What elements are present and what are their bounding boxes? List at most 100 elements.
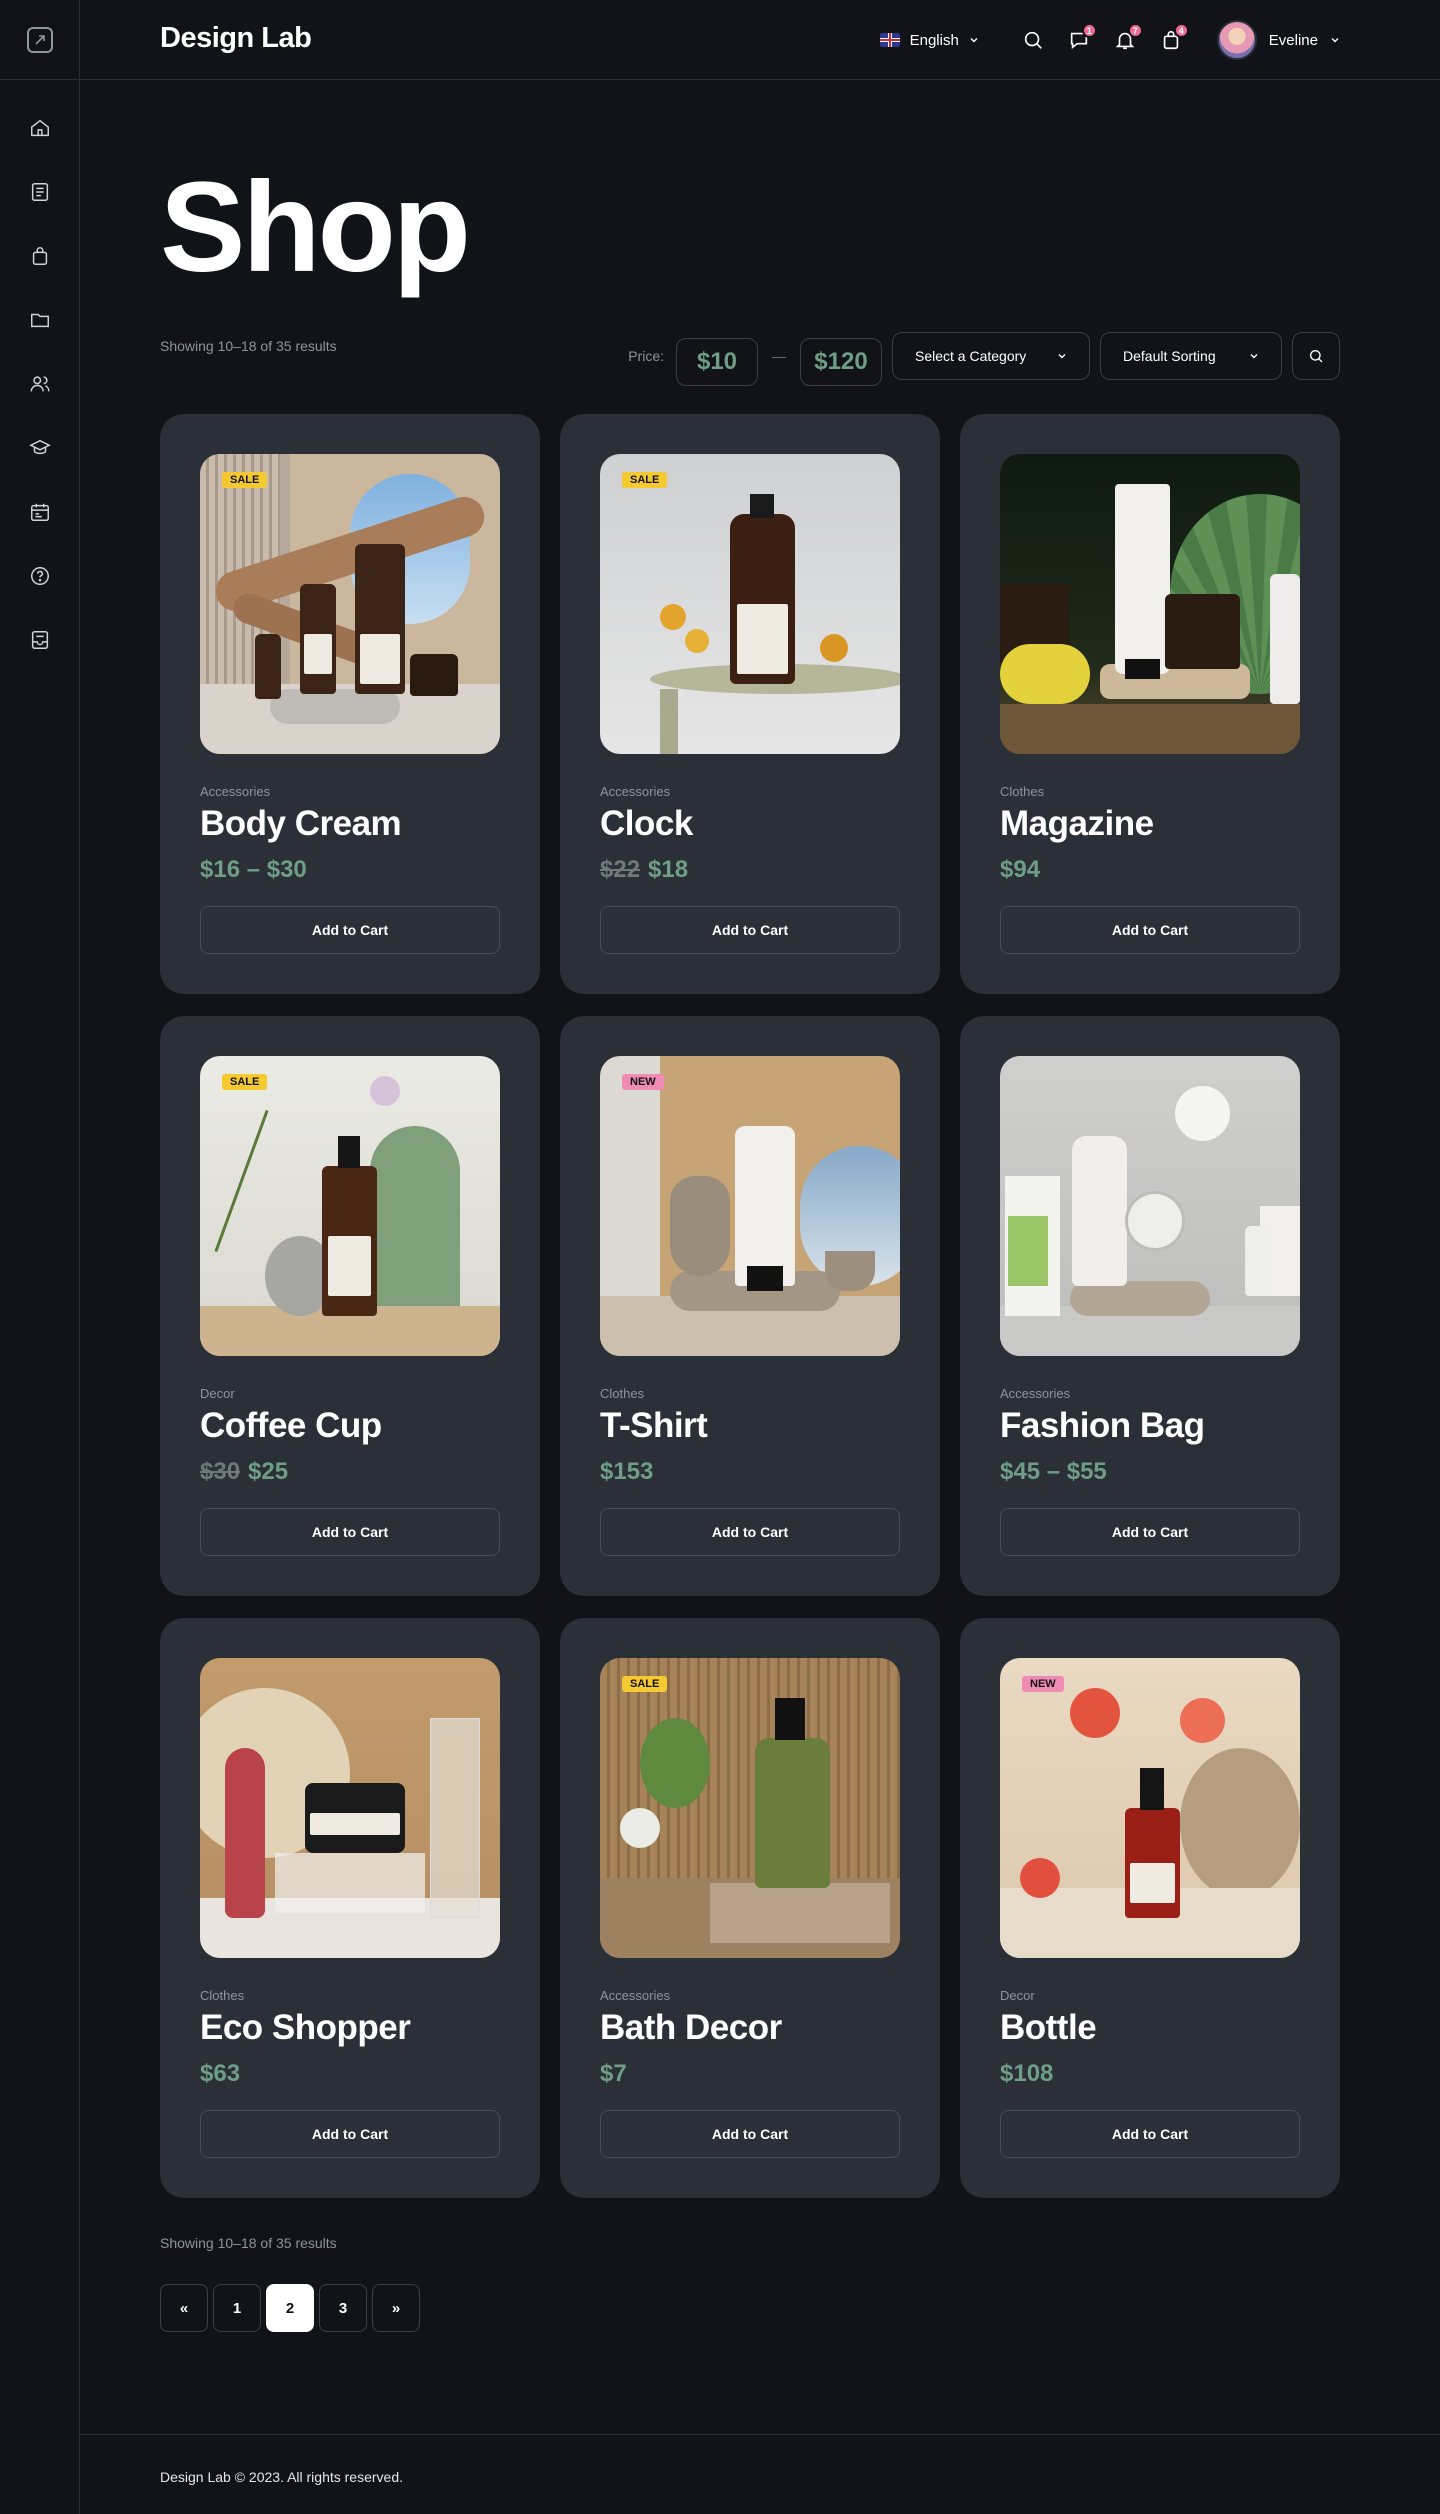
product-image[interactable]: SALE	[600, 454, 900, 754]
current-price: $108	[1000, 2059, 1054, 2087]
product-card: SALE Accessories Bath Decor $7 Add to Ca…	[560, 1618, 940, 2198]
help-icon[interactable]	[28, 564, 52, 588]
product-image[interactable]: NEW	[1000, 1658, 1300, 1958]
expand-icon[interactable]	[26, 26, 53, 53]
product-category: Clothes	[600, 1386, 645, 1401]
product-card: SALE Accessories Clock $22 $18 Add to Ca…	[560, 414, 940, 994]
product-category: Accessories	[600, 784, 671, 799]
language-selector[interactable]: English	[879, 31, 979, 49]
next-page-button[interactable]: »	[372, 2284, 420, 2332]
product-card: Clothes Magazine $94 Add to Cart	[960, 414, 1340, 994]
search-icon	[1310, 350, 1323, 363]
chevron-down-icon	[1331, 38, 1339, 43]
product-image[interactable]: SALE	[600, 1658, 900, 1958]
sorting-select[interactable]: Default Sorting	[1100, 332, 1282, 380]
sorting-select-value: Default Sorting	[1123, 348, 1216, 364]
results-count-bottom: Showing 10–18 of 35 results	[160, 2235, 337, 2251]
sidebar-top	[0, 0, 79, 80]
add-to-cart-button[interactable]: Add to Cart	[1000, 906, 1300, 954]
product-name[interactable]: Body Cream	[200, 804, 500, 844]
folder-icon[interactable]	[28, 308, 52, 332]
product-image[interactable]	[200, 1658, 500, 1958]
sale-tag: SALE	[222, 1074, 268, 1090]
product-name[interactable]: Coffee Cup	[200, 1406, 500, 1446]
inbox-icon[interactable]	[28, 628, 52, 652]
product-category: Decor	[1000, 1988, 1035, 2003]
product-name[interactable]: Eco Shopper	[200, 2008, 500, 2048]
category-select[interactable]: Select a Category	[892, 332, 1090, 380]
current-price: $25	[248, 1457, 289, 1485]
add-to-cart-button[interactable]: Add to Cart	[600, 906, 900, 954]
page-1-button[interactable]: 1	[213, 2284, 261, 2332]
sidebar	[0, 0, 80, 2514]
product-image[interactable]	[1000, 454, 1300, 754]
product-name[interactable]: Bottle	[1000, 2008, 1300, 2048]
product-price: $30 $25	[200, 1458, 500, 1486]
search-icon[interactable]	[1019, 26, 1047, 54]
filter-search-button[interactable]	[1292, 332, 1340, 380]
sale-tag: SALE	[622, 1676, 668, 1692]
add-to-cart-button[interactable]: Add to Cart	[200, 1508, 500, 1556]
footer: Design Lab © 2023. All rights reserved.	[80, 2434, 1440, 2514]
messages-button[interactable]: 1	[1065, 23, 1097, 54]
page-title: Shop	[160, 156, 471, 299]
cart-button[interactable]: 4	[1157, 23, 1189, 54]
price-max-input[interactable]: $120	[800, 338, 882, 386]
top-header: Design Lab English 1 7 4 Eveline	[80, 0, 1440, 80]
home-icon[interactable]	[28, 116, 52, 140]
shopping-bag-icon[interactable]	[28, 244, 52, 268]
product-price: $63	[200, 2060, 500, 2088]
product-name[interactable]: Fashion Bag	[1000, 1406, 1300, 1446]
calendar-icon[interactable]	[28, 500, 52, 524]
users-icon[interactable]	[28, 372, 52, 396]
page-2-button[interactable]: 2	[266, 2284, 314, 2332]
add-to-cart-button[interactable]: Add to Cart	[1000, 1508, 1300, 1556]
add-to-cart-button[interactable]: Add to Cart	[200, 906, 500, 954]
product-card: Accessories Fashion Bag $45 – $55 Add to…	[960, 1016, 1340, 1596]
sale-tag: SALE	[622, 472, 668, 488]
add-to-cart-button[interactable]: Add to Cart	[600, 2110, 900, 2158]
sidebar-nav	[0, 80, 79, 652]
notifications-button[interactable]: 7	[1111, 23, 1143, 54]
messages-badge: 1	[1081, 23, 1097, 38]
add-to-cart-button[interactable]: Add to Cart	[600, 1508, 900, 1556]
product-image[interactable]: NEW	[600, 1056, 900, 1356]
page-3-button[interactable]: 3	[319, 2284, 367, 2332]
product-card: NEW Decor Bottle $108 Add to Cart	[960, 1618, 1340, 2198]
copyright-text: Design Lab © 2023. All rights reserved.	[160, 2469, 404, 2485]
results-count: Showing 10–18 of 35 results	[160, 338, 337, 354]
current-price: $94	[1000, 855, 1041, 883]
new-tag: NEW	[1022, 1676, 1064, 1692]
product-name[interactable]: Clock	[600, 804, 900, 844]
product-category: Accessories	[1000, 1386, 1071, 1401]
graduation-cap-icon[interactable]	[28, 436, 52, 460]
product-price: $16 – $30	[200, 856, 500, 884]
add-to-cart-button[interactable]: Add to Cart	[200, 2110, 500, 2158]
product-name[interactable]: Bath Decor	[600, 2008, 900, 2048]
news-icon[interactable]	[28, 180, 52, 204]
user-menu[interactable]: Eveline	[1216, 20, 1340, 60]
add-to-cart-button[interactable]: Add to Cart	[1000, 2110, 1300, 2158]
current-price: $45 – $55	[1000, 1457, 1107, 1485]
chevron-down-icon	[1250, 354, 1258, 359]
product-price: $45 – $55	[1000, 1458, 1300, 1486]
product-price: $153	[600, 1458, 900, 1486]
product-name[interactable]: T-Shirt	[600, 1406, 900, 1446]
chevron-down-icon	[970, 38, 978, 43]
product-price: $7	[600, 2060, 900, 2088]
current-price: $18	[648, 855, 689, 883]
price-label: Price:	[628, 348, 664, 364]
cart-badge: 4	[1173, 23, 1189, 38]
product-image[interactable]: SALE	[200, 454, 500, 754]
header-actions: English 1 7 4 Eveline	[879, 0, 1340, 80]
prev-page-button[interactable]: «	[160, 2284, 208, 2332]
price-min-input[interactable]: $10	[676, 338, 758, 386]
product-category: Accessories	[200, 784, 271, 799]
product-image[interactable]: SALE	[200, 1056, 500, 1356]
product-name[interactable]: Magazine	[1000, 804, 1300, 844]
brand-logo[interactable]: Design Lab	[160, 22, 312, 55]
old-price: $22	[600, 855, 641, 883]
language-label: English	[909, 31, 959, 49]
product-category: Decor	[200, 1386, 235, 1401]
product-image[interactable]	[1000, 1056, 1300, 1356]
